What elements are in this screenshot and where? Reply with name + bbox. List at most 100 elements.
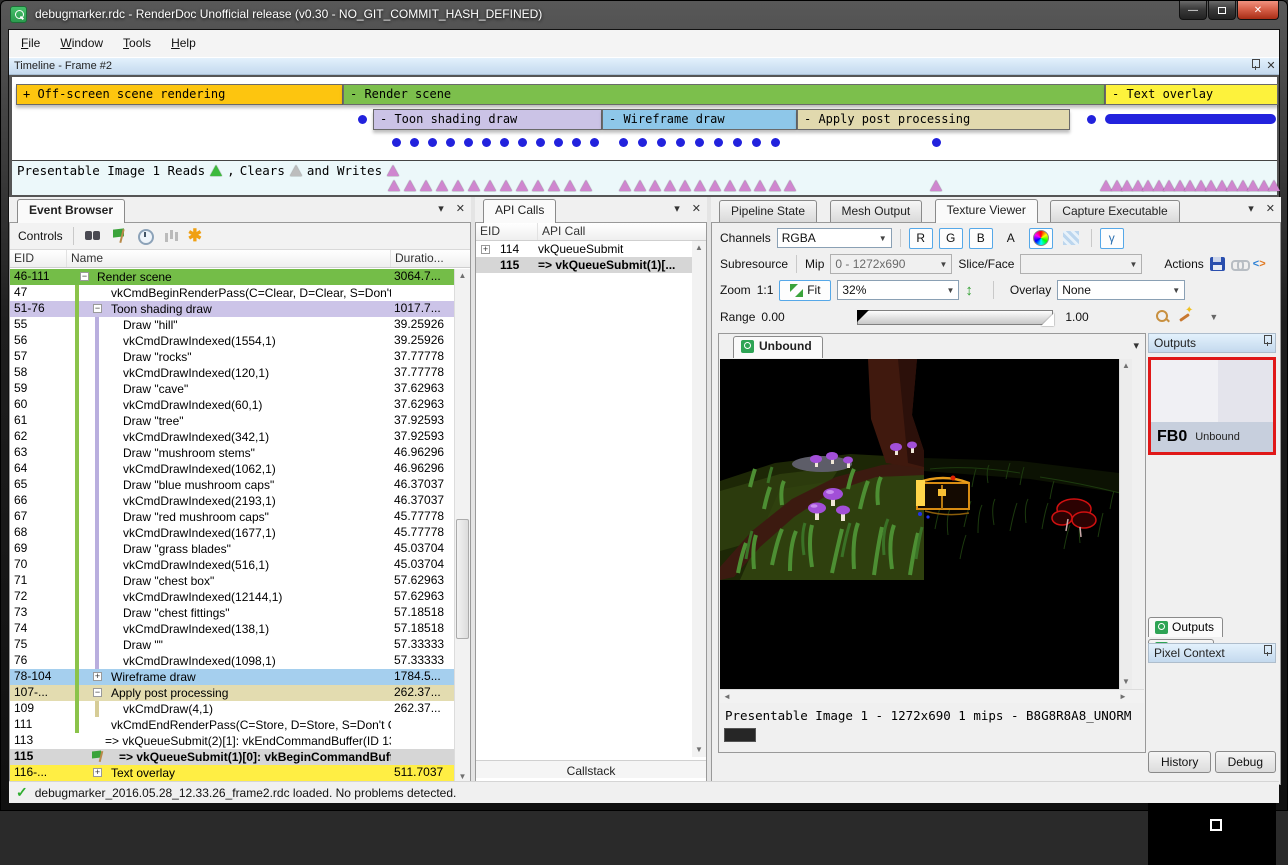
maximize-button[interactable] [1208,1,1236,20]
history-button[interactable]: History [1148,751,1211,773]
texture-viewport[interactable]: ▲▼ [720,359,1132,689]
debug-button[interactable]: Debug [1215,751,1276,773]
menu-file[interactable]: File [13,30,48,50]
range-overflow-chevron[interactable]: ▼ [1209,312,1218,322]
event-row[interactable]: 107-...−Apply post processing262.37... [10,685,454,701]
gamma-toggle[interactable]: γ [1100,228,1124,249]
tab-texture-viewer[interactable]: Texture Viewer [935,199,1038,223]
event-row[interactable]: 51-76−Toon shading draw1017.7... [10,301,454,317]
overlay-select[interactable]: None▼ [1057,280,1185,300]
slice-face-select[interactable]: ▼ [1020,254,1142,274]
timeline-marker-bar[interactable]: - Toon shading draw [373,109,602,130]
texture-list-menu-icon[interactable]: ▾ [1133,340,1139,352]
channels-select[interactable]: RGBA▼ [777,228,892,248]
menu-window[interactable]: Window [52,30,111,50]
tab-capture-executable[interactable]: Capture Executable [1050,200,1179,222]
zoom-1to1-button[interactable]: 1:1 [757,283,774,297]
range-slider[interactable] [857,310,1053,325]
event-row[interactable]: 66vkCmdDrawIndexed(2193,1)46.37037 [10,493,454,509]
tab-api-calls[interactable]: API Calls [483,199,556,223]
api-calls-close-icon[interactable]: ✕ [692,203,701,215]
event-list[interactable]: 46-111−Render scene3064.7...47vkCmdBegin… [10,269,454,784]
tab-outputs[interactable]: Outputs [1148,617,1223,637]
api-call-list[interactable]: 114+vkQueueSubmit115=> vkQueueSubmit(1)[… [476,241,706,273]
event-row[interactable]: 73Draw "chest fittings"57.18518 [10,605,454,621]
tab-mesh-output[interactable]: Mesh Output [830,200,923,222]
custom-display-toggle[interactable] [1029,228,1053,249]
event-row[interactable]: 57Draw "rocks"37.77778 [10,349,454,365]
event-row[interactable]: 65Draw "blue mushroom caps"46.37037 [10,477,454,493]
collapse-icon[interactable]: − [93,688,102,697]
event-row[interactable]: 55Draw "hill"39.25926 [10,317,454,333]
expand-icon[interactable]: + [481,245,490,254]
collapse-icon[interactable]: − [80,272,89,281]
outputs-pin-icon[interactable] [1259,334,1275,352]
api-calls-menu-icon[interactable]: ▾ [674,203,680,215]
tab-event-browser[interactable]: Event Browser [17,199,125,223]
collapse-icon[interactable]: − [93,304,102,313]
time-durations-icon[interactable] [136,227,154,245]
event-row[interactable]: 71Draw "chest box"57.62963 [10,573,454,589]
event-row[interactable]: 70vkCmdDrawIndexed(516,1)45.03704 [10,557,454,573]
timeline-panel[interactable]: + Off-screen scene rendering- Render sce… [9,75,1279,197]
outputs-header[interactable]: Outputs [1148,333,1276,353]
event-browser-scrollbar[interactable]: ▲ ▼ [454,269,470,784]
bookmark-star-icon[interactable]: ✱ [188,228,202,244]
event-row[interactable]: 67Draw "red mushroom caps"45.77778 [10,509,454,525]
tab-unbound-texture[interactable]: Unbound [733,336,823,358]
zoom-range-icon[interactable] [1155,309,1171,325]
api-call-row[interactable]: 114+vkQueueSubmit [476,241,706,257]
event-row[interactable]: 56vkCmdDrawIndexed(1554,1)39.25926 [10,333,454,349]
expand-icon[interactable]: + [93,768,102,777]
range-black-point-handle[interactable] [857,310,869,322]
timeline-marker-bar[interactable]: - Apply post processing [797,109,1070,130]
expand-icon[interactable]: + [93,672,102,681]
event-browser-menu-icon[interactable]: ▾ [438,203,444,215]
find-event-icon[interactable] [84,227,102,245]
event-row[interactable]: 75Draw ""57.33333 [10,637,454,653]
api-calls-scrollbar[interactable]: ▲ ▼ [692,241,706,757]
tab-pipeline-state[interactable]: Pipeline State [719,200,817,222]
fb0-thumbnail[interactable]: FB0 Unbound [1148,357,1276,455]
event-row[interactable]: 63Draw "mushroom stems"46.96296 [10,445,454,461]
timeline-marker-bar[interactable]: - Render scene [343,84,1105,105]
fit-button[interactable]: Fit [779,280,831,301]
alpha-background-toggle[interactable] [1059,228,1083,249]
autofit-range-icon[interactable] [1177,309,1193,325]
event-browser-column-headers[interactable]: EID Name Duratio... [10,250,470,268]
open-custom-shader-icon[interactable]: <> [1253,258,1266,270]
save-texture-icon[interactable] [1210,257,1225,271]
zoom-select[interactable]: 32%▼ [837,280,959,300]
event-row[interactable]: 116-...+Text overlay511.7037 [10,765,454,781]
event-row[interactable]: 62vkCmdDrawIndexed(342,1)37.92593 [10,429,454,445]
timeline-close-icon[interactable]: ✕ [1263,58,1279,75]
event-row[interactable]: 61Draw "tree"37.92593 [10,413,454,429]
event-row[interactable]: 72vkCmdDrawIndexed(12144,1)57.62963 [10,589,454,605]
mip-select[interactable]: 0 - 1272x690▼ [830,254,952,274]
event-row[interactable]: 68vkCmdDrawIndexed(1677,1)45.77778 [10,525,454,541]
pixel-context-header[interactable]: Pixel Context [1148,643,1276,663]
channel-blue-toggle[interactable]: B [969,228,993,249]
event-row[interactable]: 115=> vkQueueSubmit(1)[0]: vkBeginComman… [10,749,454,765]
range-min-value[interactable]: 0.00 [761,310,851,324]
event-row[interactable]: 60vkCmdDrawIndexed(60,1)37.62963 [10,397,454,413]
timeline-pin-icon[interactable] [1247,58,1263,76]
texture-viewer-close-icon[interactable]: ✕ [1266,203,1275,215]
event-row[interactable]: 74vkCmdDrawIndexed(138,1)57.18518 [10,621,454,637]
api-call-row[interactable]: 115=> vkQueueSubmit(1)[... [476,257,706,273]
event-row[interactable]: 47vkCmdBeginRenderPass(C=Clear, D=Clear,… [10,285,454,301]
viewport-vscrollbar[interactable]: ▲▼ [1119,359,1132,689]
menu-help[interactable]: Help [163,30,204,50]
minimize-button[interactable]: — [1179,1,1207,20]
pixel-context-pin-icon[interactable] [1259,644,1275,662]
event-browser-close-icon[interactable]: ✕ [456,203,465,215]
event-row[interactable]: 64vkCmdDrawIndexed(1062,1)46.96296 [10,461,454,477]
flip-y-icon[interactable]: ↕ [965,282,973,299]
event-row[interactable]: 109vkCmdDraw(4,1)262.37... [10,701,454,717]
jump-to-event-icon[interactable] [110,227,128,245]
channel-alpha-toggle[interactable]: A [999,228,1023,249]
timeline-marker-bar[interactable]: - Text overlay [1105,84,1278,105]
timeline-panel-header[interactable]: ✕ Timeline - Frame #2 [9,57,1279,75]
event-row[interactable]: 111vkCmdEndRenderPass(C=Store, D=Store, … [10,717,454,733]
range-max-value[interactable]: 1.00 [1059,310,1149,324]
